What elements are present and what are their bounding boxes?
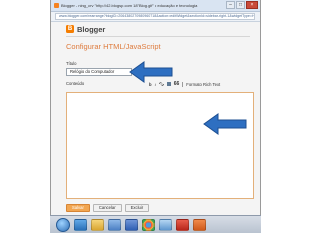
header-divider — [66, 36, 250, 37]
chrome-icon[interactable] — [142, 219, 155, 231]
delete-button[interactable]: Excluir — [124, 204, 150, 212]
titulo-label: Título — [66, 61, 77, 66]
blogger-brand: B Blogger — [66, 24, 105, 34]
address-bar: www.blogger.com/rearrange?blogID=2064380… — [51, 12, 260, 22]
powerpoint-icon[interactable] — [193, 219, 206, 231]
brand-name: Blogger — [77, 24, 106, 34]
conteudo-label: Conteúdo — [66, 81, 85, 86]
tab-title[interactable]: Blogger - ning_crv "http://42.blogsp.com… — [61, 0, 197, 11]
url-field[interactable]: www.blogger.com/rearrange?blogID=2064380… — [55, 13, 255, 20]
toolbar-divider — [182, 81, 184, 87]
acrobat-icon[interactable] — [176, 219, 189, 231]
arrow-pointing-titulo-icon — [129, 61, 173, 83]
file-explorer-icon[interactable] — [91, 219, 104, 231]
rich-text-link[interactable]: Formato Rich Text — [186, 82, 220, 87]
blogger-logo-icon: B — [66, 25, 74, 33]
conteudo-textarea[interactable] — [66, 92, 254, 199]
taskbar — [50, 215, 261, 233]
quote-button[interactable]: 66 — [174, 81, 180, 87]
save-button[interactable]: Salvar — [66, 204, 90, 212]
maximize-button[interactable]: □ — [236, 1, 245, 9]
minimize-button[interactable]: – — [226, 1, 235, 9]
form-buttons: Salvar Cancelar Excluir — [66, 204, 150, 212]
arrow-pointing-content-icon — [203, 113, 247, 135]
page-title: Configurar HTML/JavaScript — [66, 42, 161, 51]
windows-start-icon[interactable] — [56, 218, 70, 232]
title-bar: Blogger - ning_crv "http://42.blogsp.com… — [51, 0, 260, 12]
internet-explorer-icon[interactable] — [74, 219, 87, 231]
browser-window: Blogger - ning_crv "http://42.blogsp.com… — [50, 0, 261, 215]
word-icon[interactable] — [125, 219, 138, 231]
media-player-icon[interactable] — [108, 219, 121, 231]
titulo-input[interactable]: Relógio do Computador — [66, 68, 132, 76]
cancel-button[interactable]: Cancelar — [92, 204, 122, 212]
window-controls: – □ × — [226, 1, 258, 9]
blogger-tab-icon — [54, 3, 59, 8]
close-button[interactable]: × — [246, 1, 258, 9]
paint-icon[interactable] — [159, 219, 172, 231]
